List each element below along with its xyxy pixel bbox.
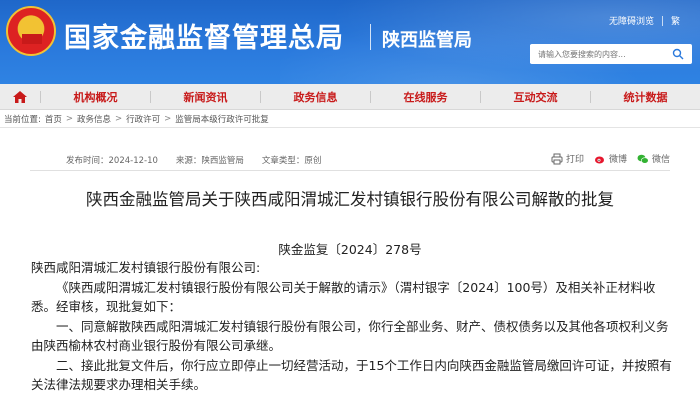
brand-divider — [370, 24, 371, 50]
breadcrumb-home[interactable]: 首页 — [45, 113, 62, 125]
printer-icon — [551, 153, 563, 164]
home-icon[interactable] — [12, 90, 28, 104]
document-body: 陕西咸阳渭城汇发村镇银行股份有限公司: 《陕西咸阳渭城汇发村镇银行股份有限公司关… — [31, 258, 679, 395]
search-icon[interactable] — [672, 48, 684, 60]
nav-item-interaction[interactable]: 互动交流 — [481, 89, 590, 105]
document-addressee: 陕西咸阳渭城汇发村镇银行股份有限公司: — [31, 260, 261, 275]
nav-home[interactable] — [0, 90, 40, 104]
site-header: ★ 国家金融监督管理总局 陕西监管局 无障碍浏览 繁 — [0, 0, 700, 84]
article-meta: 发布时间：2024-12-10 来源：陕西监管局 文章类型：原创 — [66, 154, 321, 166]
top-links: 无障碍浏览 繁 — [609, 14, 680, 27]
share-bar: 打印 微博 微信 — [551, 152, 670, 165]
site-brand[interactable]: 国家金融监督管理总局 — [64, 16, 344, 55]
traditional-chinese-link[interactable]: 繁 — [671, 14, 680, 27]
nav-item-gov-info[interactable]: 政务信息 — [261, 89, 370, 105]
document-title: 陕西金融监管局关于陕西咸阳渭城汇发村镇银行股份有限公司解散的批复 — [86, 190, 614, 209]
nav-item-online-service[interactable]: 在线服务 — [371, 89, 480, 105]
search-box — [530, 44, 692, 64]
top-link-divider — [661, 15, 663, 26]
breadcrumb-admin-license[interactable]: 行政许可 — [126, 113, 160, 125]
search-input[interactable] — [530, 45, 670, 63]
nav-item-news[interactable]: 新闻资讯 — [151, 89, 260, 105]
weibo-icon — [594, 156, 604, 163]
national-emblem-icon: ★ — [6, 6, 56, 56]
site-sub-brand[interactable]: 陕西监管局 — [382, 26, 472, 52]
breadcrumb-gov-info[interactable]: 政务信息 — [77, 113, 111, 125]
wechat-share-button[interactable]: 微信 — [637, 152, 670, 165]
wechat-icon — [637, 154, 649, 164]
article-source: 来源：陕西监管局 — [175, 156, 244, 166]
publish-date: 发布时间：2024-12-10 — [66, 156, 158, 166]
document-paragraph: 一、同意解散陕西咸阳渭城汇发村镇银行股份有限公司，你行全部业务、财产、债权债务以… — [31, 318, 669, 354]
breadcrumb-current[interactable]: 监管局本级行政许可批复 — [175, 113, 269, 125]
breadcrumb-prefix: 当前位置: — [4, 114, 41, 125]
nav-item-institution[interactable]: 机构概况 — [41, 89, 150, 105]
document-number: 陕金监复〔2024〕278号 — [278, 242, 422, 257]
meta-divider — [30, 170, 670, 171]
breadcrumb: 当前位置: 首页 > 政务信息 > 行政许可 > 监管局本级行政许可批复 — [0, 110, 700, 128]
weibo-share-button[interactable]: 微博 — [594, 152, 627, 165]
print-button[interactable]: 打印 — [551, 152, 584, 165]
document-paragraph: 二、接此批复文件后，你行应立即停止一切经营活动，于15个工作日内向陕西金融监管局… — [31, 357, 672, 393]
document-paragraph: 《陕西咸阳渭城汇发村镇银行股份有限公司关于解散的请示》（渭村银字〔2024〕10… — [31, 279, 656, 315]
article-type: 文章类型：原创 — [261, 156, 322, 166]
main-nav: 机构概况 新闻资讯 政务信息 在线服务 互动交流 统计数据 — [0, 84, 700, 110]
nav-item-statistics[interactable]: 统计数据 — [591, 89, 700, 105]
accessibility-link[interactable]: 无障碍浏览 — [609, 14, 654, 27]
